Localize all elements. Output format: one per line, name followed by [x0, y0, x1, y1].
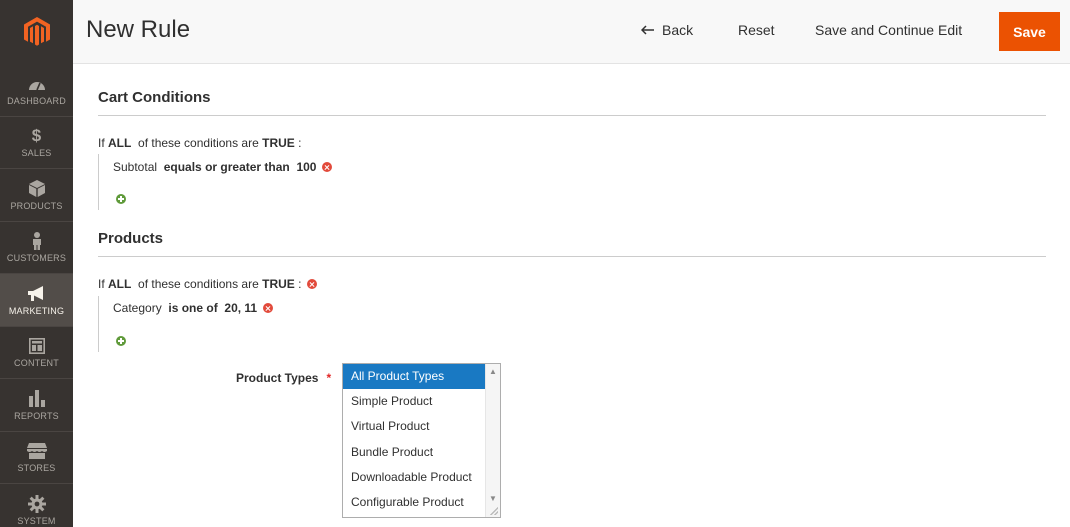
condition-operator[interactable]: equals or greater than: [164, 160, 290, 174]
nav-customers-label: CUSTOMERS: [6, 253, 67, 264]
products-condition-row: Category is one of 20, 11: [113, 301, 274, 315]
condition-value[interactable]: 20, 11: [224, 301, 257, 315]
scroll-down-icon[interactable]: ▼: [489, 494, 497, 503]
nav-marketing[interactable]: MARKETING: [0, 274, 73, 327]
required-mark: *: [326, 371, 332, 385]
cart-conditions-root: If ALL of these conditions are TRUE :: [98, 136, 301, 150]
remove-condition-icon[interactable]: [322, 162, 333, 172]
nav-dashboard[interactable]: DASHBOARD: [0, 64, 73, 117]
condition-value[interactable]: 100: [296, 160, 316, 174]
nav-products-label: PRODUCTS: [10, 200, 63, 211]
option-all-product-types[interactable]: All Product Types: [343, 364, 486, 390]
nav-sales-label: SALES: [21, 148, 52, 159]
if-text: If: [98, 136, 105, 150]
add-condition-icon[interactable]: [116, 194, 126, 204]
product-types-multiselect[interactable]: All Product Types Simple Product Virtual…: [342, 363, 501, 518]
condition-attribute: Category: [113, 301, 162, 315]
products-conditions-root: If ALL of these conditions are TRUE :: [98, 277, 318, 291]
condition-operator[interactable]: is one of: [168, 301, 217, 315]
option-simple-product[interactable]: Simple Product: [343, 389, 486, 414]
arrow-left-icon: [640, 22, 654, 38]
if-text: If: [98, 277, 105, 291]
nav-products[interactable]: PRODUCTS: [0, 169, 73, 222]
bar-chart-icon: [27, 389, 47, 409]
nav-stores[interactable]: STORES: [0, 432, 73, 484]
nav-system[interactable]: SYSTEM: [0, 484, 73, 527]
products-aggregator-select[interactable]: ALL: [108, 277, 131, 291]
nav-marketing-label: MARKETING: [8, 305, 65, 316]
store-icon: [26, 441, 47, 461]
save-button[interactable]: Save: [999, 12, 1060, 51]
back-button[interactable]: Back: [640, 22, 694, 38]
nav-reports-label: REPORTS: [14, 410, 59, 421]
person-icon: [27, 231, 47, 251]
reset-button[interactable]: Reset: [738, 22, 775, 38]
cart-value-select[interactable]: TRUE: [262, 136, 295, 150]
cart-aggregator-select[interactable]: ALL: [108, 136, 131, 150]
multiselect-scrollbar[interactable]: ▲ ▼: [485, 364, 500, 517]
cart-conditions-tree-line: [98, 154, 99, 210]
nav-content-label: CONTENT: [14, 358, 59, 369]
remove-condition-icon[interactable]: [263, 303, 274, 313]
option-configurable-product[interactable]: Configurable Product: [343, 490, 486, 515]
colon: :: [298, 277, 302, 291]
cart-conditions-title: Cart Conditions: [98, 89, 211, 106]
products-title: Products: [98, 230, 164, 247]
nav-sales[interactable]: $ SALES: [0, 117, 73, 169]
admin-sidebar: DASHBOARD $ SALES PRODUCTS CUSTOMERS MAR…: [0, 0, 73, 527]
resize-grip-icon[interactable]: [490, 507, 498, 515]
products-divider: [98, 256, 1046, 257]
save-and-continue-button[interactable]: Save and Continue Edit: [815, 22, 962, 38]
page-title: New Rule: [86, 16, 191, 43]
back-button-label: Back: [662, 22, 694, 38]
colon: :: [298, 136, 302, 150]
products-tree-line: [98, 296, 99, 352]
option-virtual-product[interactable]: Virtual Product: [343, 414, 486, 439]
product-types-label: Product Types *: [236, 371, 331, 385]
remove-combination-icon[interactable]: [307, 279, 318, 289]
scroll-up-icon[interactable]: ▲: [489, 367, 497, 376]
cart-conditions-divider: [98, 115, 1046, 116]
add-condition-icon[interactable]: [116, 336, 126, 346]
conditions-text: of these conditions are: [138, 136, 259, 150]
dashboard-icon: [27, 74, 47, 94]
gear-icon: [27, 494, 47, 514]
option-bundle-product[interactable]: Bundle Product: [343, 440, 486, 465]
option-downloadable-product[interactable]: Downloadable Product: [343, 465, 486, 490]
nav-reports[interactable]: REPORTS: [0, 379, 73, 432]
conditions-text: of these conditions are: [138, 277, 259, 291]
nav-dashboard-label: DASHBOARD: [7, 95, 66, 106]
condition-attribute: Subtotal: [113, 160, 158, 174]
nav-stores-label: STORES: [17, 463, 56, 474]
dollar-icon: $: [31, 126, 42, 146]
magento-logo[interactable]: [0, 0, 73, 64]
layout-icon: [27, 336, 47, 356]
product-types-label-text: Product Types: [236, 371, 319, 385]
products-value-select[interactable]: TRUE: [262, 277, 295, 291]
megaphone-icon: [27, 284, 47, 304]
page-header: New Rule Back Reset Save and Continue Ed…: [73, 0, 1070, 64]
cube-icon: [27, 179, 47, 199]
nav-system-label: SYSTEM: [17, 515, 56, 526]
nav-customers[interactable]: CUSTOMERS: [0, 222, 73, 274]
cart-condition-row: Subtotal equals or greater than 100: [113, 160, 333, 174]
nav-content[interactable]: CONTENT: [0, 327, 73, 379]
